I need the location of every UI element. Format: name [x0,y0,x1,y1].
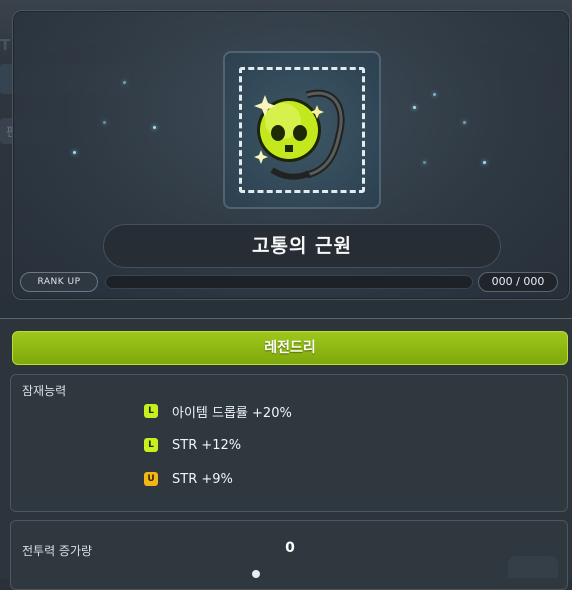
legendary-grade-icon: L [144,404,158,418]
rank-progress-count: 000 / 000 [478,272,558,292]
rank-progress-bar [105,275,473,289]
item-name: 고통의 근원 [103,224,501,268]
rank-up-button[interactable]: RANK UP [20,272,98,292]
unique-grade-icon: U [144,472,158,486]
mouse-cursor [252,570,260,578]
potential-line: U STR +9% [144,470,233,488]
item-icon-frame[interactable] [223,51,381,209]
legendary-grade-icon: L [144,438,158,452]
potential-line: L 아이템 드롭률 +20% [144,402,292,421]
combat-power-value: 0 [285,540,295,556]
combat-power-label: 전투력 증가량 [22,544,93,558]
corner-decoration [508,556,558,578]
potential-line: L STR +12% [144,436,241,454]
potential-title: 잠재능력 [22,384,67,398]
green-skull-pendant-icon [254,89,345,180]
rarity-banner: 레전드리 [12,331,568,365]
potential-box [10,374,568,512]
item-info-panel: 고통의 근원 [12,10,570,300]
